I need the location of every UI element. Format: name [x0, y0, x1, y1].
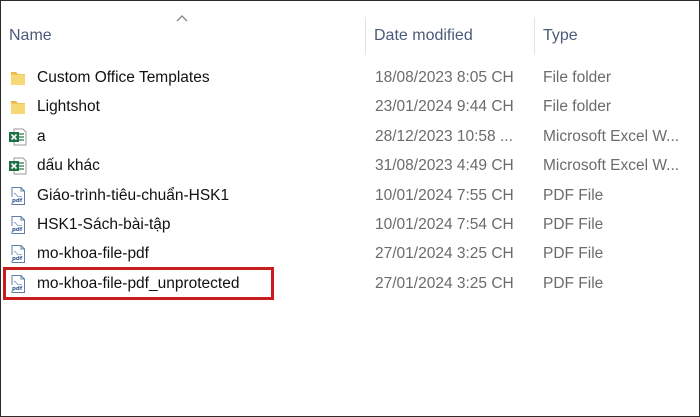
file-type: File folder [543, 69, 612, 86]
column-separator[interactable] [534, 17, 535, 55]
file-name: dấu khác [37, 157, 100, 175]
pdf-file-icon: pdf [8, 244, 28, 264]
file-row[interactable]: Custom Office Templates 18/08/2023 8:05 C… [1, 63, 699, 92]
file-name: Giáo-trình-tiêu-chuẩn-HSK1 [37, 186, 230, 204]
file-row[interactable]: dấu khác 31/08/2023 4:49 CH Microsoft Exce… [1, 151, 699, 180]
file-name: Lightshot [37, 98, 100, 116]
svg-text:pdf: pdf [12, 198, 23, 204]
file-date-modified: 31/08/2023 4:49 CH [375, 157, 514, 175]
file-date-modified: 27/01/2024 3:25 CH [375, 274, 514, 292]
column-header-type[interactable]: Type [543, 27, 578, 45]
file-type: File folder [543, 98, 612, 116]
file-explorer-window: Name Date modified Type Custom Office Te… [0, 0, 700, 417]
sort-ascending-icon [176, 15, 188, 22]
file-name: a [37, 127, 46, 145]
file-date-modified: 28/12/2023 10:58 ... [375, 127, 513, 145]
column-header-bar: Name Date modified Type [1, 1, 699, 59]
file-date-modified: 10/01/2024 7:54 CH [375, 216, 514, 233]
highlight-box [3, 267, 274, 300]
file-type: PDF File [543, 186, 604, 204]
pdf-file-icon: pdf [8, 186, 28, 206]
file-row[interactable]: pdf mo-khoa-file-pdf 27/01/2024 3:25 CH PDF… [1, 239, 699, 268]
file-name: HSK1-Sách-bài-tập [37, 216, 171, 233]
file-type: Microsoft Excel W... [543, 157, 680, 175]
excel-file-icon [8, 127, 28, 147]
svg-text:pdf: pdf [12, 227, 23, 233]
folder-icon [8, 68, 28, 88]
file-date-modified: 27/01/2024 3:25 CH [375, 245, 514, 263]
column-header-name[interactable]: Name [9, 27, 52, 45]
pdf-file-icon: pdf [8, 215, 28, 235]
file-date-modified: 23/01/2024 9:44 CH [375, 98, 514, 116]
file-row[interactable]: pdf HSK1-Sách-bài-tập 10/01/2024 7:54 CH PD… [1, 210, 699, 239]
file-type: Microsoft Excel W... [543, 127, 680, 145]
file-row[interactable]: pdf Giáo-trình-tiêu-chuẩn-HSK1 10/01/2024 … [1, 181, 699, 210]
file-type: PDF File [543, 245, 604, 263]
file-date-modified: 10/01/2024 7:55 CH [375, 186, 514, 204]
svg-text:pdf: pdf [12, 256, 23, 262]
file-type: PDF File [543, 216, 604, 233]
excel-file-icon [8, 156, 28, 176]
column-header-date-modified[interactable]: Date modified [374, 27, 473, 45]
file-type: PDF File [543, 274, 604, 292]
file-date-modified: 18/08/2023 8:05 CH [375, 69, 514, 86]
file-name: mo-khoa-file-pdf [37, 245, 149, 263]
file-name: Custom Office Templates [37, 69, 210, 86]
file-row[interactable]: Lightshot 23/01/2024 9:44 CH File folder [1, 92, 699, 121]
folder-icon [8, 97, 28, 117]
file-row[interactable]: a 28/12/2023 10:58 ... Microsoft Excel W..… [1, 122, 699, 151]
column-separator[interactable] [365, 17, 366, 55]
